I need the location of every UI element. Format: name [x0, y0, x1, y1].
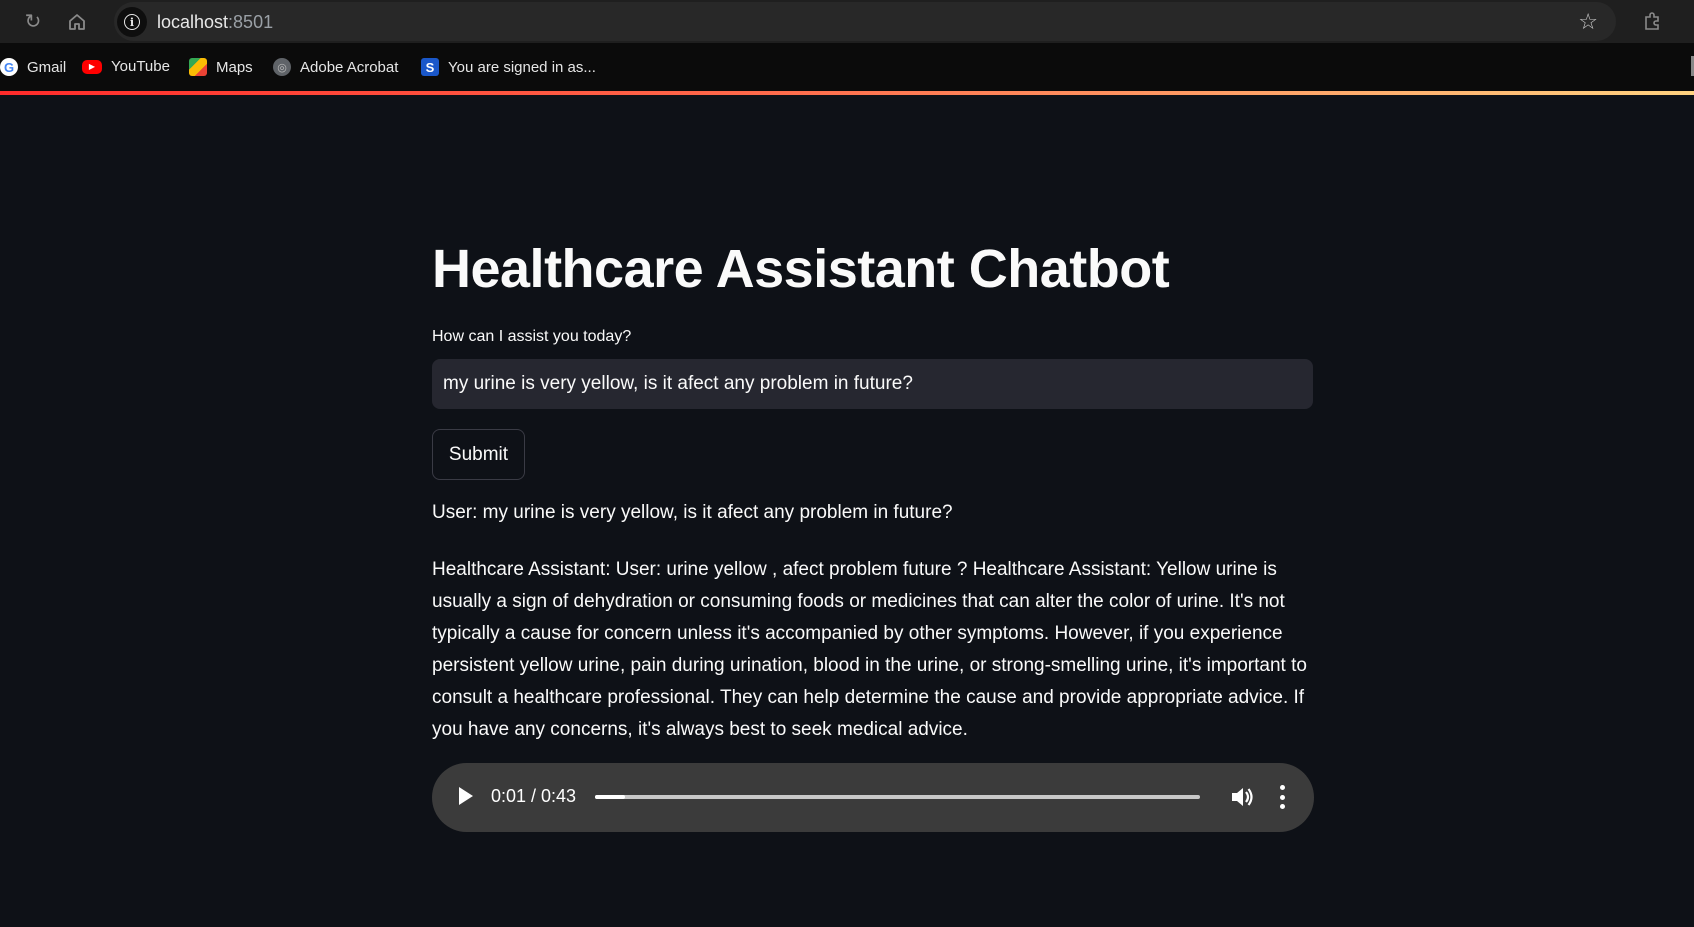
bookmark-maps[interactable]: Maps: [189, 58, 253, 76]
bookmark-label: You are signed in as...: [448, 58, 596, 76]
site-info-icon[interactable]: i: [117, 7, 147, 37]
globe-icon: ◎: [273, 58, 291, 76]
user-message: User: my urine is very yellow, is it afe…: [432, 502, 953, 523]
audio-progress-slider[interactable]: [595, 795, 1200, 799]
bookmarks-bar: G Gmail ▶ YouTube Maps ◎ Adobe Acrobat S…: [0, 43, 1694, 91]
more-options-icon[interactable]: [1279, 785, 1285, 809]
bookmark-label: Adobe Acrobat: [300, 58, 399, 76]
bookmark-label: Maps: [216, 58, 253, 76]
bookmark-youtube[interactable]: ▶ YouTube: [82, 58, 170, 75]
assistant-message: Healthcare Assistant: User: urine yellow…: [432, 559, 1307, 740]
audio-progress-fill: [595, 795, 626, 799]
url-port: :8501: [228, 12, 274, 32]
browser-toolbar: ↻ i localhost:8501 ☆: [0, 0, 1694, 43]
bookmark-adobe-acrobat[interactable]: ◎ Adobe Acrobat: [273, 58, 398, 76]
home-icon[interactable]: [63, 8, 91, 36]
s-icon: S: [421, 58, 439, 76]
submit-button[interactable]: Submit: [432, 429, 525, 480]
bookmark-signed-in[interactable]: S You are signed in as...: [421, 58, 596, 76]
maps-icon: [189, 58, 207, 76]
reload-icon[interactable]: ↻: [19, 8, 47, 36]
google-icon: G: [0, 58, 18, 76]
audio-time: 0:01 / 0:43: [491, 786, 577, 806]
url-text[interactable]: localhost:8501: [157, 12, 273, 33]
question-label: How can I assist you today?: [432, 328, 632, 345]
audio-player: 0:01 / 0:43: [432, 763, 1314, 832]
page-title: Healthcare Assistant Chatbot: [432, 239, 1170, 299]
extensions-icon[interactable]: [1639, 8, 1665, 34]
url-host: localhost: [157, 12, 229, 32]
app-header-accent-bar: [0, 91, 1694, 95]
volume-icon[interactable]: [1229, 783, 1255, 811]
play-icon[interactable]: [459, 787, 473, 805]
bookmark-label: Gmail: [27, 58, 67, 76]
bookmark-label: YouTube: [111, 58, 170, 75]
bookmark-star-icon[interactable]: ☆: [1578, 9, 1598, 35]
bookmark-gmail[interactable]: G Gmail: [0, 58, 66, 76]
question-input[interactable]: [432, 359, 1313, 409]
youtube-icon: ▶: [82, 59, 102, 74]
address-bar[interactable]: i localhost:8501 ☆: [114, 2, 1616, 41]
